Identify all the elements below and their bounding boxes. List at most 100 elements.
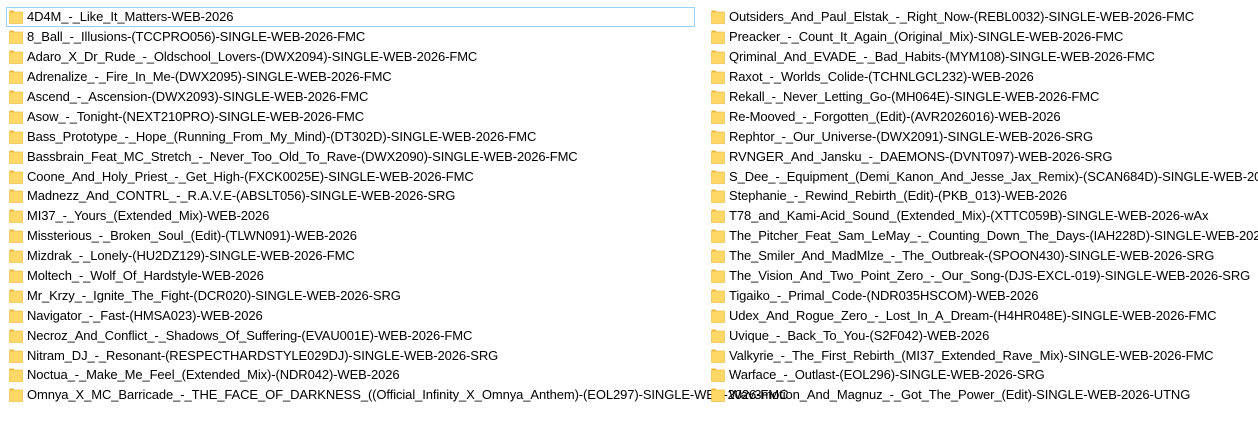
folder-item[interactable]: MI37_-_Yours_(Extended_Mix)-WEB-2026 [6, 206, 695, 226]
folder-item[interactable]: 8_Ball_-_Illusions-(TCCPRO056)-SINGLE-WE… [6, 27, 695, 47]
folder-icon [711, 9, 725, 25]
folder-name: Bassbrain_Feat_MC_Stretch_-_Never_Too_Ol… [27, 148, 578, 164]
folder-item[interactable]: T78_and_Kami-Acid_Sound_(Extended_Mix)-(… [708, 206, 1253, 226]
folder-name: Navigator_-_Fast-(HMSA023)-WEB-2026 [27, 307, 263, 323]
folder-icon [9, 308, 23, 323]
folder-item[interactable]: Asow_-_Tonight-(NEXT210PRO)-SINGLE-WEB-2… [6, 106, 695, 126]
folder-icon [9, 69, 23, 84]
folder-name: Mr_Krzy_-_Ignite_The_Fight-(DCR020)-SING… [27, 287, 401, 303]
folder-name: Moltech_-_Wolf_Of_Hardstyle-WEB-2026 [27, 268, 264, 284]
folder-icon [711, 348, 725, 363]
folder-name: Uvique_-_Back_To_You-(S2F042)-WEB-2026 [729, 327, 990, 343]
folder-item[interactable]: Stephanie_-_Rewind_Rebirth_(Edit)-(PKB_0… [708, 186, 1253, 206]
folder-item[interactable]: Outsiders_And_Paul_Elstak_-_Right_Now-(R… [708, 7, 1253, 27]
folder-item[interactable]: Rekall_-_Never_Letting_Go-(MH064E)-SINGL… [708, 87, 1253, 107]
folder-item[interactable]: Omnya_X_MC_Barricade_-_THE_FACE_OF_DARKN… [6, 385, 788, 405]
folder-icon [9, 348, 23, 363]
folder-name: Preacker_-_Count_It_Again_(Original_Mix)… [729, 29, 1124, 45]
folder-item[interactable]: Warface_-_Outlast-(EOL296)-SINGLE-WEB-20… [708, 365, 1253, 385]
folder-list-column-left: 4D4M_-_Like_It_Matters-WEB-2026 8_Ball_-_… [6, 7, 788, 405]
folder-item[interactable]: Valkyrie_-_The_First_Rebirth_(MI37_Exten… [708, 345, 1253, 365]
folder-icon [9, 49, 23, 65]
folder-name: S_Dee_-_Equipment_(Demi_Kanon_And_Jesse_… [729, 168, 1258, 184]
folder-name: Re-Mooved_-_Forgotten_(Edit)-(AVR2026016… [729, 108, 1061, 124]
folder-icon [711, 268, 725, 283]
folder-item[interactable]: Qriminal_And_EVADE_-_Bad_Habits-(MYM108)… [708, 47, 1253, 67]
folder-item[interactable]: Mr_Krzy_-_Ignite_The_Fight-(DCR020)-SING… [6, 285, 695, 305]
folder-item[interactable]: Navigator_-_Fast-(HMSA023)-WEB-2026 [6, 305, 695, 325]
folder-icon [9, 188, 23, 204]
folder-item[interactable]: The_Smiler_And_MadMlze_-_The_Outbreak-(S… [708, 246, 1253, 266]
folder-name: The_Smiler_And_MadMlze_-_The_Outbreak-(S… [729, 248, 1215, 264]
folder-icon [711, 288, 725, 303]
folder-icon [9, 288, 23, 303]
folder-item[interactable]: S_Dee_-_Equipment_(Demi_Kanon_And_Jesse_… [708, 166, 1258, 186]
folder-icon [711, 208, 725, 224]
folder-icon [711, 109, 725, 124]
folder-item[interactable]: Necroz_And_Conflict_-_Shadows_Of_Sufferi… [6, 325, 695, 345]
folder-item[interactable]: Ascend_-_Ascension-(DWX2093)-SINGLE-WEB-… [6, 87, 695, 107]
folder-icon [711, 129, 725, 144]
folder-icon [711, 188, 725, 204]
folder-item[interactable]: 4D4M_-_Like_It_Matters-WEB-2026 [6, 7, 695, 27]
folder-icon [711, 89, 725, 104]
folder-item[interactable]: Re-Mooved_-_Forgotten_(Edit)-(AVR2026016… [708, 106, 1253, 126]
folder-icon [711, 49, 725, 65]
folder-item[interactable]: Moltech_-_Wolf_Of_Hardstyle-WEB-2026 [6, 266, 695, 286]
folder-name: Qriminal_And_EVADE_-_Bad_Habits-(MYM108)… [729, 49, 1155, 65]
folder-name: Rekall_-_Never_Letting_Go-(MH064E)-SINGL… [729, 89, 1100, 104]
folder-icon [9, 387, 23, 403]
folder-item[interactable]: Madnezz_And_CONTRL_-_R.A.V.E-(ABSLT056)-… [6, 186, 695, 206]
folder-name: Adrenalize_-_Fire_In_Me-(DWX2095)-SINGLE… [27, 69, 392, 85]
folder-item[interactable]: Bassbrain_Feat_MC_Stretch_-_Never_Too_Ol… [6, 146, 695, 166]
folder-icon [711, 169, 725, 184]
folder-icon [9, 149, 23, 164]
folder-name: 4D4M_-_Like_It_Matters-WEB-2026 [27, 9, 234, 25]
folder-name: Missterious_-_Broken_Soul_(Edit)-(TLWN09… [27, 228, 357, 244]
folder-name: RVNGER_And_Jansku_-_DAEMONS-(DVNT097)-WE… [729, 148, 1113, 164]
folder-icon [711, 29, 725, 45]
folder-name: Omnya_X_MC_Barricade_-_THE_FACE_OF_DARKN… [27, 387, 789, 403]
folder-item[interactable]: Coone_And_Holy_Priest_-_Get_High-(FXCK00… [6, 166, 695, 186]
folder-item[interactable]: Adrenalize_-_Fire_In_Me-(DWX2095)-SINGLE… [6, 67, 695, 87]
folder-name: Coone_And_Holy_Priest_-_Get_High-(FXCK00… [27, 168, 474, 184]
folder-name: 8_Ball_-_Illusions-(TCCPRO056)-SINGLE-WE… [27, 29, 366, 45]
folder-name: Valkyrie_-_The_First_Rebirth_(MI37_Exten… [729, 347, 1214, 363]
folder-icon [711, 367, 725, 383]
folder-name: MI37_-_Yours_(Extended_Mix)-WEB-2026 [27, 208, 270, 224]
folder-item[interactable]: Nitram_DJ_-_Resonant-(RESPECTHARDSTYLE02… [6, 345, 695, 365]
folder-name: Adaro_X_Dr_Rude_-_Oldschool_Lovers-(DWX2… [27, 49, 478, 65]
folder-icon [9, 129, 23, 144]
folder-item[interactable]: Rephtor_-_Our_Universe-(DWX2091)-SINGLE-… [708, 126, 1253, 146]
folder-name: Nitram_DJ_-_Resonant-(RESPECTHARDSTYLE02… [27, 347, 499, 363]
folder-name: Udex_And_Rogue_Zero_-_Lost_In_A_Dream-(H… [729, 307, 1217, 323]
folder-item[interactable]: Udex_And_Rogue_Zero_-_Lost_In_A_Dream-(H… [708, 305, 1253, 325]
folder-name: Asow_-_Tonight-(NEXT210PRO)-SINGLE-WEB-2… [27, 108, 365, 124]
folder-item[interactable]: Raxot_-_Worlds_Colide-(TCHNLGCL232)-WEB-… [708, 67, 1253, 87]
folder-item[interactable]: Preacker_-_Count_It_Again_(Original_Mix)… [708, 27, 1253, 47]
folder-icon [9, 208, 23, 224]
folder-name: Madnezz_And_CONTRL_-_R.A.V.E-(ABSLT056)-… [27, 188, 456, 204]
folder-item[interactable]: Tigaiko_-_Primal_Code-(NDR035HSCOM)-WEB-… [708, 285, 1253, 305]
folder-item[interactable]: Wav3motion_And_Magnuz_-_Got_The_Power_(E… [708, 385, 1253, 405]
folder-item[interactable]: Uvique_-_Back_To_You-(S2F042)-WEB-2026 [708, 325, 1253, 345]
folder-item[interactable]: RVNGER_And_Jansku_-_DAEMONS-(DVNT097)-WE… [708, 146, 1253, 166]
folder-name: The_Pitcher_Feat_Sam_LeMay_-_Counting_Do… [729, 228, 1258, 244]
folder-icon [9, 89, 23, 104]
folder-name: Necroz_And_Conflict_-_Shadows_Of_Sufferi… [27, 327, 473, 343]
folder-item[interactable]: Noctua_-_Make_Me_Feel_(Extended_Mix)-(ND… [6, 365, 695, 385]
folder-item[interactable]: Missterious_-_Broken_Soul_(Edit)-(TLWN09… [6, 226, 695, 246]
folder-name: Noctua_-_Make_Me_Feel_(Extended_Mix)-(ND… [27, 367, 400, 383]
folder-item[interactable]: The_Vision_And_Two_Point_Zero_-_Our_Song… [708, 266, 1253, 286]
folder-name: Outsiders_And_Paul_Elstak_-_Right_Now-(R… [729, 9, 1195, 25]
folder-name: Bass_Prototype_-_Hope_(Running_From_My_M… [27, 128, 537, 144]
folder-icon [711, 387, 725, 403]
folder-icon [9, 29, 23, 45]
folder-icon [711, 149, 725, 164]
folder-icon [711, 248, 725, 263]
folder-item[interactable]: Bass_Prototype_-_Hope_(Running_From_My_M… [6, 126, 695, 146]
folder-item[interactable]: Adaro_X_Dr_Rude_-_Oldschool_Lovers-(DWX2… [6, 47, 695, 67]
folder-item[interactable]: The_Pitcher_Feat_Sam_LeMay_-_Counting_Do… [708, 226, 1258, 246]
folder-item[interactable]: Mizdrak_-_Lonely-(HU2DZ129)-SINGLE-WEB-2… [6, 246, 695, 266]
folder-icon [9, 109, 23, 124]
